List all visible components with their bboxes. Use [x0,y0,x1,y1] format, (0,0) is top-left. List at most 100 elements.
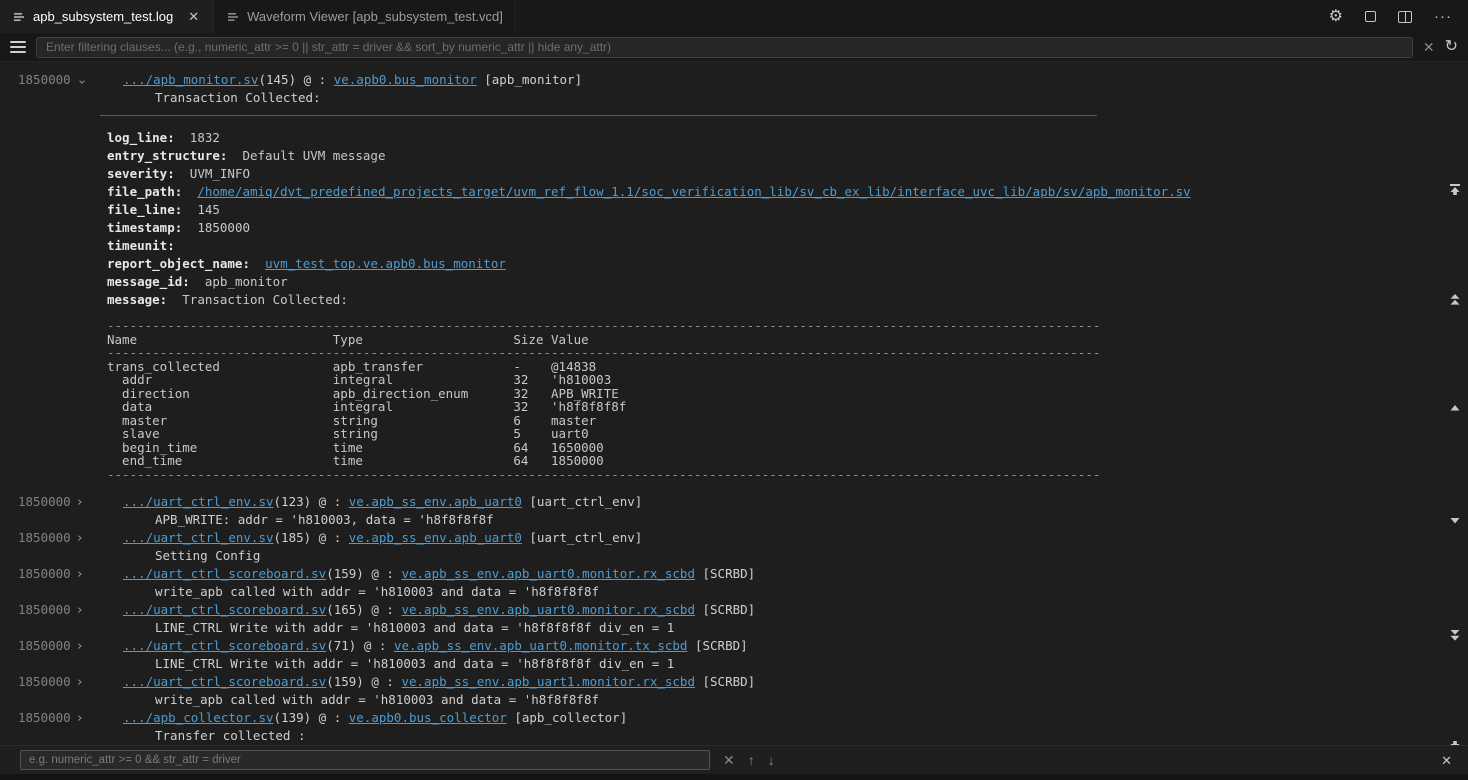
entry-timestamp[interactable]: 1850000› [18,529,84,548]
find-clear-icon[interactable]: ✕ [723,753,735,767]
settings-gear-icon[interactable]: ⚙ [1329,9,1343,25]
expand-chevron-icon[interactable]: › [76,494,84,512]
detail-value: 1850000 [197,220,250,235]
filter-bar: ✕ ↻ [0,33,1468,62]
page-down-button[interactable] [1447,629,1463,645]
entry-timestamp[interactable]: 1850000› [18,601,84,620]
entry-file-link[interactable]: .../uart_ctrl_env.sv [123,494,274,509]
log-entry-header: 1850000›.../uart_ctrl_env.sv(185) @ : ve… [0,529,1468,547]
collapse-chevron-icon[interactable]: › [72,78,90,86]
expand-chevron-icon[interactable]: › [76,674,84,692]
refresh-icon[interactable]: ↻ [1445,39,1458,55]
table-row: end_time time 64 1850000 [107,454,1097,468]
table-row: direction apb_direction_enum 32 APB_WRIT… [107,387,1097,401]
filter-clear-icon[interactable]: ✕ [1423,40,1435,54]
log-entry-header: 1850000›.../uart_ctrl_scoreboard.sv(159)… [0,565,1468,583]
table-row: begin_time time 64 1650000 [107,441,1097,455]
detail-row: file_line: 145 [107,201,1097,219]
filter-input[interactable] [36,37,1413,58]
detail-row: log_line: 1832 [107,129,1097,147]
entry-message: write_apb called with addr = 'h810003 an… [0,583,1468,601]
tab-log-file[interactable]: apb_subsystem_test.log ✕ [0,0,214,33]
detail-value: 145 [197,202,220,217]
entry-file-link[interactable]: .../apb_collector.sv [123,710,274,725]
find-previous-icon[interactable]: ↑ [748,753,755,767]
table-separator: ----------------------------------------… [107,468,1097,482]
table-row: master string 6 master [107,414,1097,428]
step-down-button[interactable] [1447,514,1463,530]
entry-details-panel: log_line: 1832entry_structure: Default U… [100,115,1097,481]
detail-label: file_line: [107,202,182,217]
scroll-to-top-button[interactable] [1447,183,1463,199]
log-entry-header: 1850000›.../uart_ctrl_env.sv(123) @ : ve… [0,493,1468,511]
split-editor-icon[interactable] [1398,11,1412,23]
table-row: slave string 5 uart0 [107,427,1097,441]
entry-file-link[interactable]: .../uart_ctrl_scoreboard.sv [123,602,326,617]
entry-message: LINE_CTRL Write with addr = 'h810003 and… [0,655,1468,673]
log-entry-header: 1850000›.../apb_monitor.sv(145) @ : ve.a… [0,71,1468,89]
table-separator: ----------------------------------------… [107,319,1097,333]
entry-scope-link[interactable]: ve.apb_ss_env.apb_uart0.monitor.rx_scbd [401,566,695,581]
detail-label: entry_structure: [107,148,227,163]
expand-chevron-icon[interactable]: › [76,710,84,728]
log-entry-header: 1850000›.../uart_ctrl_scoreboard.sv(71) … [0,637,1468,655]
scroll-to-bottom-button[interactable] [1447,740,1463,745]
entry-scope-link[interactable]: ve.apb_ss_env.apb_uart1.monitor.rx_scbd [401,674,695,689]
entry-message: Transaction Collected: [0,89,1468,107]
tab-close-icon[interactable]: ✕ [186,9,201,25]
tab-waveform-label: Waveform Viewer [apb_subsystem_test.vcd] [247,9,503,24]
detail-row: message_id: apb_monitor [107,273,1097,291]
log-entry-header: 1850000›.../uart_ctrl_scoreboard.sv(159)… [0,673,1468,691]
tab-bar: apb_subsystem_test.log ✕ Waveform Viewer… [0,0,1468,33]
bottom-strip [0,774,1468,780]
entry-timestamp[interactable]: 1850000› [18,673,84,692]
detail-value-link[interactable]: uvm_test_top.ve.apb0.bus_monitor [265,256,506,271]
detail-value-link[interactable]: /home/amiq/dvt_predefined_projects_targe… [197,184,1190,199]
entry-timestamp[interactable]: 1850000› [18,709,84,728]
entry-file-link[interactable]: .../uart_ctrl_env.sv [123,530,274,545]
entry-timestamp[interactable]: 1850000› [18,637,84,656]
more-actions-icon[interactable]: ··· [1434,9,1452,24]
entry-file-link[interactable]: .../uart_ctrl_scoreboard.sv [123,638,326,653]
entry-scope-link[interactable]: ve.apb0.bus_monitor [334,72,477,87]
detail-label: severity: [107,166,175,181]
entry-message: write_apb called with addr = 'h810003 an… [0,691,1468,709]
detail-row: severity: UVM_INFO [107,165,1097,183]
entry-scope-link[interactable]: ve.apb_ss_env.apb_uart0 [349,494,522,509]
detail-label: log_line: [107,130,175,145]
layout-square-icon[interactable] [1365,11,1376,22]
find-bar: ✕ ↑ ↓ ✕ [0,745,1468,774]
detail-row: report_object_name: uvm_test_top.ve.apb0… [107,255,1097,273]
editor-actions: ⚙ ··· [1329,0,1468,33]
entry-timestamp[interactable]: 1850000› [18,71,84,90]
detail-label: timeunit: [107,238,175,253]
entry-file-link[interactable]: .../apb_monitor.sv [123,72,258,87]
expand-chevron-icon[interactable]: › [76,530,84,548]
filter-menu-icon[interactable] [10,41,26,53]
page-up-button[interactable] [1447,293,1463,309]
find-close-icon[interactable]: ✕ [1441,754,1452,767]
entry-file-link[interactable]: .../uart_ctrl_scoreboard.sv [123,566,326,581]
entry-message: APB_WRITE: addr = 'h810003, data = 'h8f8… [0,511,1468,529]
expand-chevron-icon[interactable]: › [76,602,84,620]
log-entry-header: 1850000›.../apb_collector.sv(139) @ : ve… [0,709,1468,727]
step-up-button[interactable] [1447,401,1463,417]
expand-chevron-icon[interactable]: › [76,566,84,584]
entry-timestamp[interactable]: 1850000› [18,493,84,512]
detail-value: Default UVM message [242,148,385,163]
entry-scope-link[interactable]: ve.apb_ss_env.apb_uart0 [349,530,522,545]
entry-scope-link[interactable]: ve.apb0.bus_collector [349,710,507,725]
detail-label: timestamp: [107,220,182,235]
table-separator: ----------------------------------------… [107,346,1097,360]
table-header-row: Name Type Size Value [107,333,1097,347]
entry-scope-link[interactable]: ve.apb_ss_env.apb_uart0.monitor.tx_scbd [394,638,688,653]
tab-waveform-viewer[interactable]: Waveform Viewer [apb_subsystem_test.vcd] [214,0,516,33]
entry-file-link[interactable]: .../uart_ctrl_scoreboard.sv [123,674,326,689]
entry-timestamp[interactable]: 1850000› [18,565,84,584]
find-next-icon[interactable]: ↓ [768,753,775,767]
expand-chevron-icon[interactable]: › [76,638,84,656]
find-input[interactable] [20,750,710,770]
uvm-field-table: ----------------------------------------… [107,319,1097,481]
entry-scope-link[interactable]: ve.apb_ss_env.apb_uart0.monitor.rx_scbd [401,602,695,617]
detail-value: apb_monitor [205,274,288,289]
